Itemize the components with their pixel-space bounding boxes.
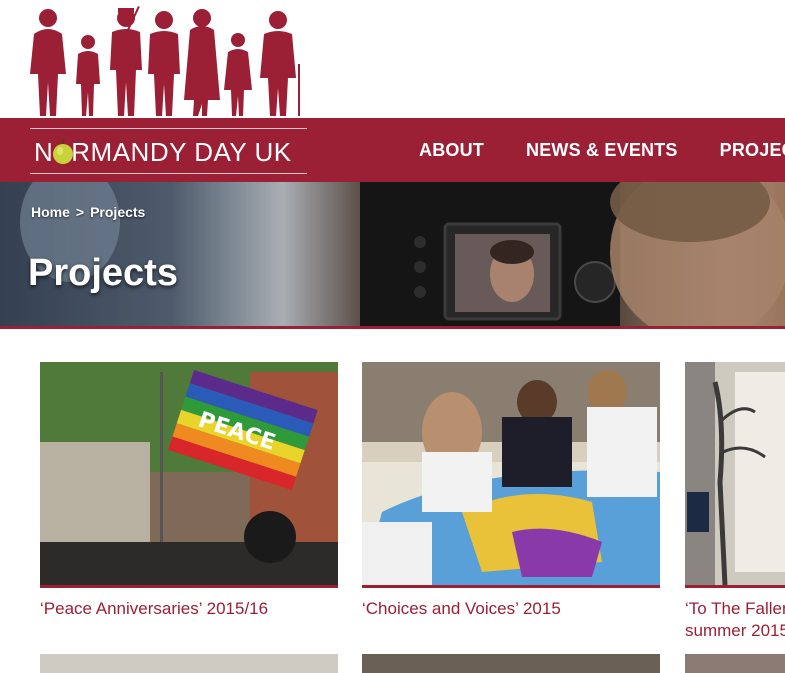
project-card-thumb-row2-2[interactable] — [362, 654, 660, 673]
veterans-silhouette-logo — [30, 5, 300, 116]
project-card-thumb-row2-3[interactable] — [685, 654, 785, 673]
site-logo[interactable]: N RMANDY DAY UK — [30, 128, 310, 174]
thumb-accent-bar — [362, 585, 660, 588]
hero-divider — [0, 326, 785, 329]
site-title-suffix: RMANDY DAY UK — [71, 137, 292, 167]
nav-item-news-events[interactable]: NEWS & EVENTS — [526, 140, 678, 161]
card-title[interactable]: ‘To The Fallen’ summer 2015 — [685, 598, 785, 642]
apple-icon — [53, 139, 73, 164]
breadcrumb-current: Projects — [90, 204, 146, 220]
page-title: Projects — [28, 252, 178, 294]
breadcrumb: Home > Projects — [31, 204, 145, 220]
logo-bottom-rule — [30, 173, 307, 174]
card-title[interactable]: ‘Choices and Voices’ 2015 — [362, 598, 660, 620]
peace-flag-photo[interactable]: PEACE — [40, 362, 338, 585]
breadcrumb-separator: > — [75, 204, 85, 220]
project-card-peace-anniversaries[interactable]: PEACE ‘Peace Anniversaries’ 2015/16 — [40, 362, 338, 620]
breadcrumb-home[interactable]: Home — [31, 204, 70, 220]
wall-tree-photo[interactable] — [685, 362, 785, 585]
hero-banner: Home > Projects Projects — [0, 182, 785, 326]
thumb-accent-bar — [685, 585, 785, 588]
nav-item-projects[interactable]: PROJECTS — [720, 140, 785, 161]
project-card-thumb-row2-1[interactable] — [40, 654, 338, 673]
project-card-to-the-fallen[interactable]: ‘To The Fallen’ summer 2015 — [685, 362, 785, 642]
project-card-choices-and-voices[interactable]: ‘Choices and Voices’ 2015 — [362, 362, 660, 620]
logo-top-rule — [30, 128, 307, 129]
nav-item-about[interactable]: ABOUT — [419, 140, 484, 161]
main-menu: ABOUT NEWS & EVENTS PROJECTS — [419, 140, 785, 161]
top-navigation-bar: N RMANDY DAY UK ABOUT NEWS & EVENTS PROJE… — [0, 118, 785, 182]
card-title[interactable]: ‘Peace Anniversaries’ 2015/16 — [40, 598, 338, 620]
students-painting-photo[interactable] — [362, 362, 660, 585]
thumb-accent-bar — [40, 585, 338, 588]
